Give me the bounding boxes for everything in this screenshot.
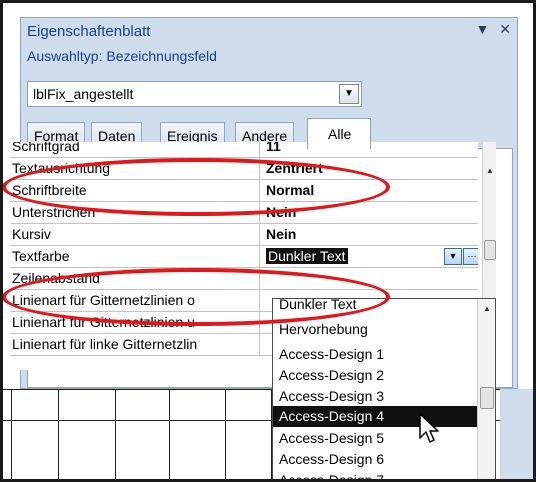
property-value[interactable] [262, 268, 478, 290]
pane-menu-chevron-icon[interactable]: ▼ [476, 21, 490, 37]
property-row-schriftbreite[interactable]: Schriftbreite Normal [10, 180, 478, 202]
scrollbar-thumb[interactable] [480, 387, 494, 409]
pane-controls: ▼ ✕ [470, 21, 511, 38]
close-icon[interactable]: ✕ [499, 21, 511, 37]
property-value[interactable]: Nein [262, 224, 478, 246]
mouse-pointer-icon [419, 413, 439, 443]
dropdown-option[interactable]: Hervorhebung [273, 319, 477, 340]
selection-type-label: Auswahltyp: Bezeichnungsfeld [27, 48, 217, 64]
grid-line [11, 389, 12, 479]
chevron-down-icon[interactable]: ▼ [444, 248, 462, 265]
object-selector[interactable]: lblFix_angestellt ▼ [27, 81, 362, 107]
dropdown-option[interactable]: Access-Design 2 [273, 365, 477, 386]
property-row-kursiv[interactable]: Kursiv Nein [10, 224, 478, 246]
pane-title: Eigenschaftenblatt [27, 23, 151, 40]
dropdown-option[interactable]: Access-Design 1 [273, 344, 477, 365]
dropdown-option[interactable]: Access-Design 5 [273, 428, 477, 449]
dropdown-option[interactable]: Access-Design 3 [273, 386, 477, 407]
textfarbe-dropdown-list[interactable]: Dunkler Text Hervorhebung Access-Design … [272, 298, 496, 482]
property-name: Linienart für Gitternetzlinien u [10, 312, 260, 334]
property-name: Zeilenabstand [10, 268, 260, 290]
property-value[interactable]: Normal [262, 180, 478, 202]
grid-line [115, 389, 116, 479]
dropdown-option[interactable]: Dunkler Text [273, 299, 477, 315]
property-name: Unterstrichen [10, 202, 260, 224]
grid-line [169, 389, 170, 479]
dropdown-option[interactable]: Access-Design 6 [273, 449, 477, 470]
dropdown-scrollbar[interactable]: ▲ [477, 299, 495, 481]
dropdown-option-selected[interactable]: Access-Design 4 [273, 406, 477, 427]
property-row-schriftgrad[interactable]: Schriftgrad 11 [10, 142, 478, 158]
design-area-side-panel [500, 389, 533, 479]
property-name: Textfarbe [10, 246, 260, 268]
property-name: Textausrichtung [10, 158, 260, 180]
property-row-zeilenabstand[interactable]: Zeilenabstand [10, 268, 478, 290]
property-value[interactable]: Nein [262, 202, 478, 224]
selected-value-text[interactable]: Dunkler Text [266, 248, 348, 264]
property-name: Linienart für linke Gitternetzlin [10, 334, 260, 356]
chevron-down-icon[interactable]: ▼ [339, 84, 359, 104]
builder-ellipsis-icon[interactable]: ··· [463, 248, 478, 265]
property-row-textausrichtung[interactable]: Textausrichtung Zentriert [10, 158, 478, 180]
scrollbar-thumb[interactable] [484, 240, 496, 260]
property-value[interactable]: Zentriert [262, 158, 478, 180]
grid-line [58, 389, 59, 479]
dropdown-option[interactable]: Access-Design 7 [273, 470, 477, 481]
property-name: Kursiv [10, 224, 260, 246]
scroll-up-icon[interactable]: ▲ [483, 164, 497, 178]
property-name: Linienart für Gitternetzlinien o [10, 290, 260, 312]
property-name: Schriftbreite [10, 180, 260, 202]
property-name: Schriftgrad [10, 142, 260, 158]
tab-alle[interactable]: Alle [307, 118, 371, 149]
property-row-unterstrichen[interactable]: Unterstrichen Nein [10, 202, 478, 224]
grid-line [225, 389, 226, 479]
object-selector-value: lblFix_angestellt [33, 86, 134, 102]
scroll-up-icon[interactable]: ▲ [478, 301, 495, 317]
property-row-textfarbe[interactable]: Textfarbe Dunkler Text ▼ ··· [10, 246, 478, 268]
